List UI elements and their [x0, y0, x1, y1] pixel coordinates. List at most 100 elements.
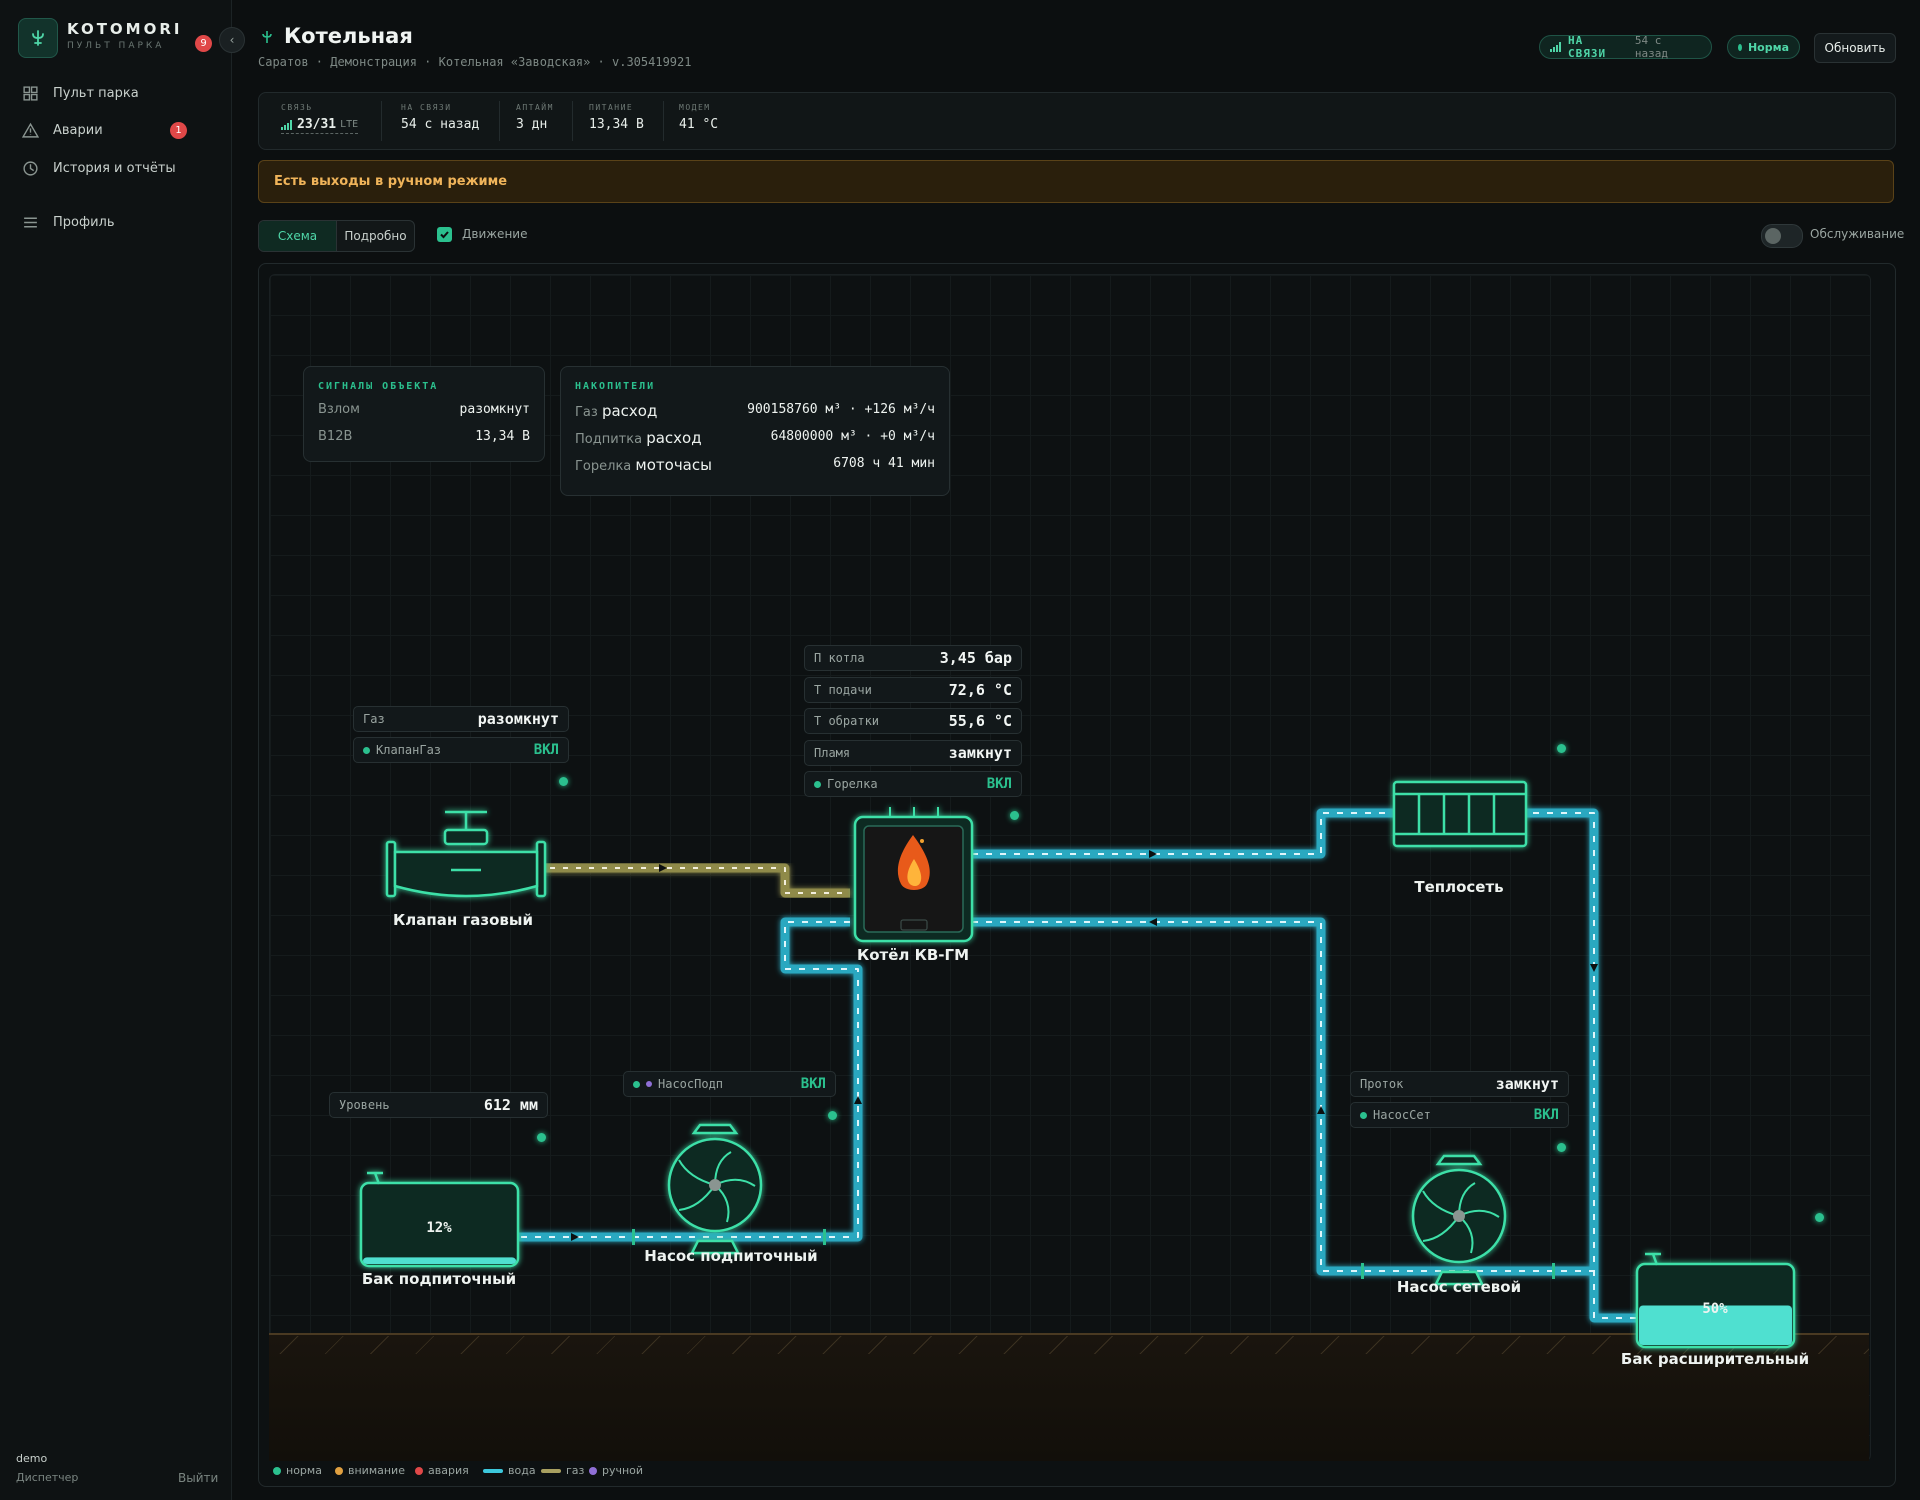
- radiator-shape: [1392, 780, 1528, 848]
- signal-icon: [1550, 42, 1561, 52]
- motion-checkbox[interactable]: [437, 227, 452, 242]
- gas-valve-shape: [385, 810, 547, 898]
- chevron-left-icon: ‹: [229, 33, 235, 47]
- legend-swatch: [335, 1466, 343, 1475]
- feed-tank-status-dot: [537, 1133, 546, 1142]
- logo-icon: [18, 18, 58, 58]
- feed-pump-output-chip[interactable]: НасосПодп ВКЛ: [623, 1071, 836, 1097]
- feed-pump-label[interactable]: Насос подпиточный: [644, 1247, 817, 1265]
- gas-valve-label[interactable]: Клапан газовый: [393, 911, 533, 929]
- boiler-flame-chip[interactable]: Пламя замкнут: [804, 740, 1022, 766]
- legend-swatch: [541, 1468, 561, 1473]
- boiler-return-temp-chip[interactable]: Т обратки 55,6 °C: [804, 708, 1022, 734]
- sidebar-item-history[interactable]: История и отчёты: [22, 160, 176, 177]
- stat-online: НА СВЯЗИ 54 с назад: [401, 103, 480, 132]
- sidebar-item-profile[interactable]: Профиль: [22, 214, 115, 231]
- exp-tank-percent: 50%: [1702, 1301, 1728, 1317]
- signals-title: СИГНАЛЫ ОБЪЕКТА: [318, 381, 439, 392]
- stat-signal: СВЯЗЬ 23/31 LTE: [281, 103, 359, 134]
- signal-icon: [281, 119, 292, 130]
- status-label: Норма: [1747, 40, 1789, 54]
- stat-modem: МОДЕМ 41 °C: [679, 103, 719, 132]
- net-pump-dot: [1360, 1111, 1367, 1119]
- sidebar-item-alarms[interactable]: Аварии: [22, 122, 103, 139]
- user-role: Диспетчер: [16, 1471, 79, 1484]
- feed-tank-label[interactable]: Бак подпиточный: [362, 1270, 516, 1288]
- sidebar: KOTOMORI ПУЛЬТ ПАРКА 9 ‹ Пульт парка Ава…: [0, 0, 245, 1500]
- gas-state-chip[interactable]: Газ разомкнут: [353, 706, 569, 732]
- sidebar-item-label: Аварии: [53, 123, 103, 138]
- net-pump-output-chip[interactable]: НасосСет ВКЛ: [1350, 1102, 1569, 1128]
- legend-item: внимание: [335, 1464, 405, 1477]
- heat-network-label[interactable]: Теплосеть: [1414, 878, 1503, 896]
- feed-tank-level-chip[interactable]: Уровень 612 мм: [329, 1092, 548, 1118]
- legend-swatch: [273, 1466, 281, 1475]
- boiler-supply-temp-chip[interactable]: Т подачи 72,6 °C: [804, 677, 1022, 703]
- legend-label: ручной: [602, 1464, 644, 1477]
- feed-tank-percent: 12%: [426, 1220, 452, 1236]
- boiler-status-dot: [1010, 811, 1019, 820]
- refresh-button[interactable]: Обновить: [1814, 33, 1896, 63]
- stat-uptime: АПТАЙМ 3 дн: [516, 103, 554, 132]
- view-tabs: Схема Подробно: [258, 220, 415, 252]
- sidebar-item-label: История и отчёты: [53, 161, 176, 176]
- legend-item: норма: [273, 1464, 322, 1477]
- manual-mode-warning: Есть выходы в ручном режиме: [258, 160, 1894, 203]
- maintenance-toggle[interactable]: [1761, 224, 1803, 248]
- legend-label: газ: [566, 1464, 585, 1477]
- boiler-burner-chip[interactable]: Горелка ВКЛ: [804, 771, 1022, 797]
- legend-item: вода: [483, 1464, 536, 1477]
- tab-scheme[interactable]: Схема: [259, 221, 337, 251]
- motion-label: Движение: [462, 227, 528, 241]
- gas-pipe: [537, 863, 850, 898]
- collapse-sidebar-button[interactable]: ‹: [219, 27, 245, 53]
- alarms-count-badge: 1: [170, 122, 187, 139]
- logout-link[interactable]: Выйти: [178, 1471, 218, 1485]
- legend-label: авария: [428, 1464, 469, 1477]
- gas-valve-output-chip[interactable]: КлапанГаз ВКЛ: [353, 737, 569, 763]
- legend-label: вода: [508, 1464, 536, 1477]
- exp-tank-status-dot: [1815, 1213, 1824, 1222]
- boiler-label[interactable]: Котёл КВ-ГМ: [857, 946, 969, 964]
- breadcrumb: Саратов · Демонстрация · Котельная «Заво…: [258, 55, 692, 69]
- grid-icon: [23, 86, 38, 101]
- warning-icon: [22, 122, 39, 138]
- user-name: demo: [16, 1452, 48, 1465]
- maintenance-label: Обслуживание: [1810, 227, 1905, 241]
- legend-swatch: [589, 1466, 597, 1475]
- boiler-pressure-chip[interactable]: П котла 3,45 бар: [804, 645, 1022, 671]
- burner-status-dot: [814, 780, 821, 788]
- status-dot: [1738, 43, 1742, 51]
- heat-network-status-dot: [1557, 744, 1566, 753]
- status-strip: СВЯЗЬ 23/31 LTE НА СВЯЗИ 54 с назад АПТА…: [258, 92, 1896, 150]
- scheme-canvas: СИГНАЛЫ ОБЪЕКТА Взлом разомкнут В12В 13,34…: [258, 263, 1896, 1487]
- signals-panel: СИГНАЛЫ ОБЪЕКТА Взлом разомкнут В12В 13,34…: [303, 366, 545, 462]
- exp-tank-label[interactable]: Бак расширительный: [1621, 1350, 1809, 1368]
- legend-item: авария: [415, 1464, 469, 1477]
- notification-badge[interactable]: 9: [195, 35, 212, 52]
- sidebar-item-label: Профиль: [53, 215, 115, 230]
- feed-pump-dot: [633, 1080, 640, 1088]
- site-icon: [262, 31, 272, 43]
- manual-mode-dot: [646, 1081, 652, 1087]
- check-icon: [440, 231, 449, 239]
- network-pump-shape: [1411, 1154, 1507, 1286]
- menu-icon: [24, 217, 37, 228]
- sidebar-item-dashboard[interactable]: Пульт парка: [22, 85, 139, 102]
- feed-pump-status-dot: [828, 1111, 837, 1120]
- brand-name: KOTOMORI: [67, 20, 183, 38]
- accumulators-title: НАКОПИТЕЛИ: [575, 381, 656, 392]
- status-badge: Норма: [1727, 35, 1800, 59]
- legend-item: ручной: [589, 1464, 643, 1477]
- legend-label: внимание: [348, 1464, 405, 1477]
- legend-swatch: [415, 1466, 423, 1475]
- flow-sensor-chip[interactable]: Проток замкнут: [1350, 1071, 1569, 1097]
- sidebar-item-label: Пульт парка: [53, 86, 139, 101]
- net-pump-status-dot: [1557, 1143, 1566, 1152]
- net-pump-label[interactable]: Насос сетевой: [1397, 1278, 1521, 1296]
- tab-details[interactable]: Подробно: [337, 221, 414, 251]
- legend-label: норма: [286, 1464, 322, 1477]
- accumulators-panel: НАКОПИТЕЛИ Газ расход 900158760 м³ · +126…: [560, 366, 950, 496]
- legend-item: газ: [541, 1464, 584, 1477]
- online-status-pill: НА СВЯЗИ 54 с назад: [1539, 34, 1712, 60]
